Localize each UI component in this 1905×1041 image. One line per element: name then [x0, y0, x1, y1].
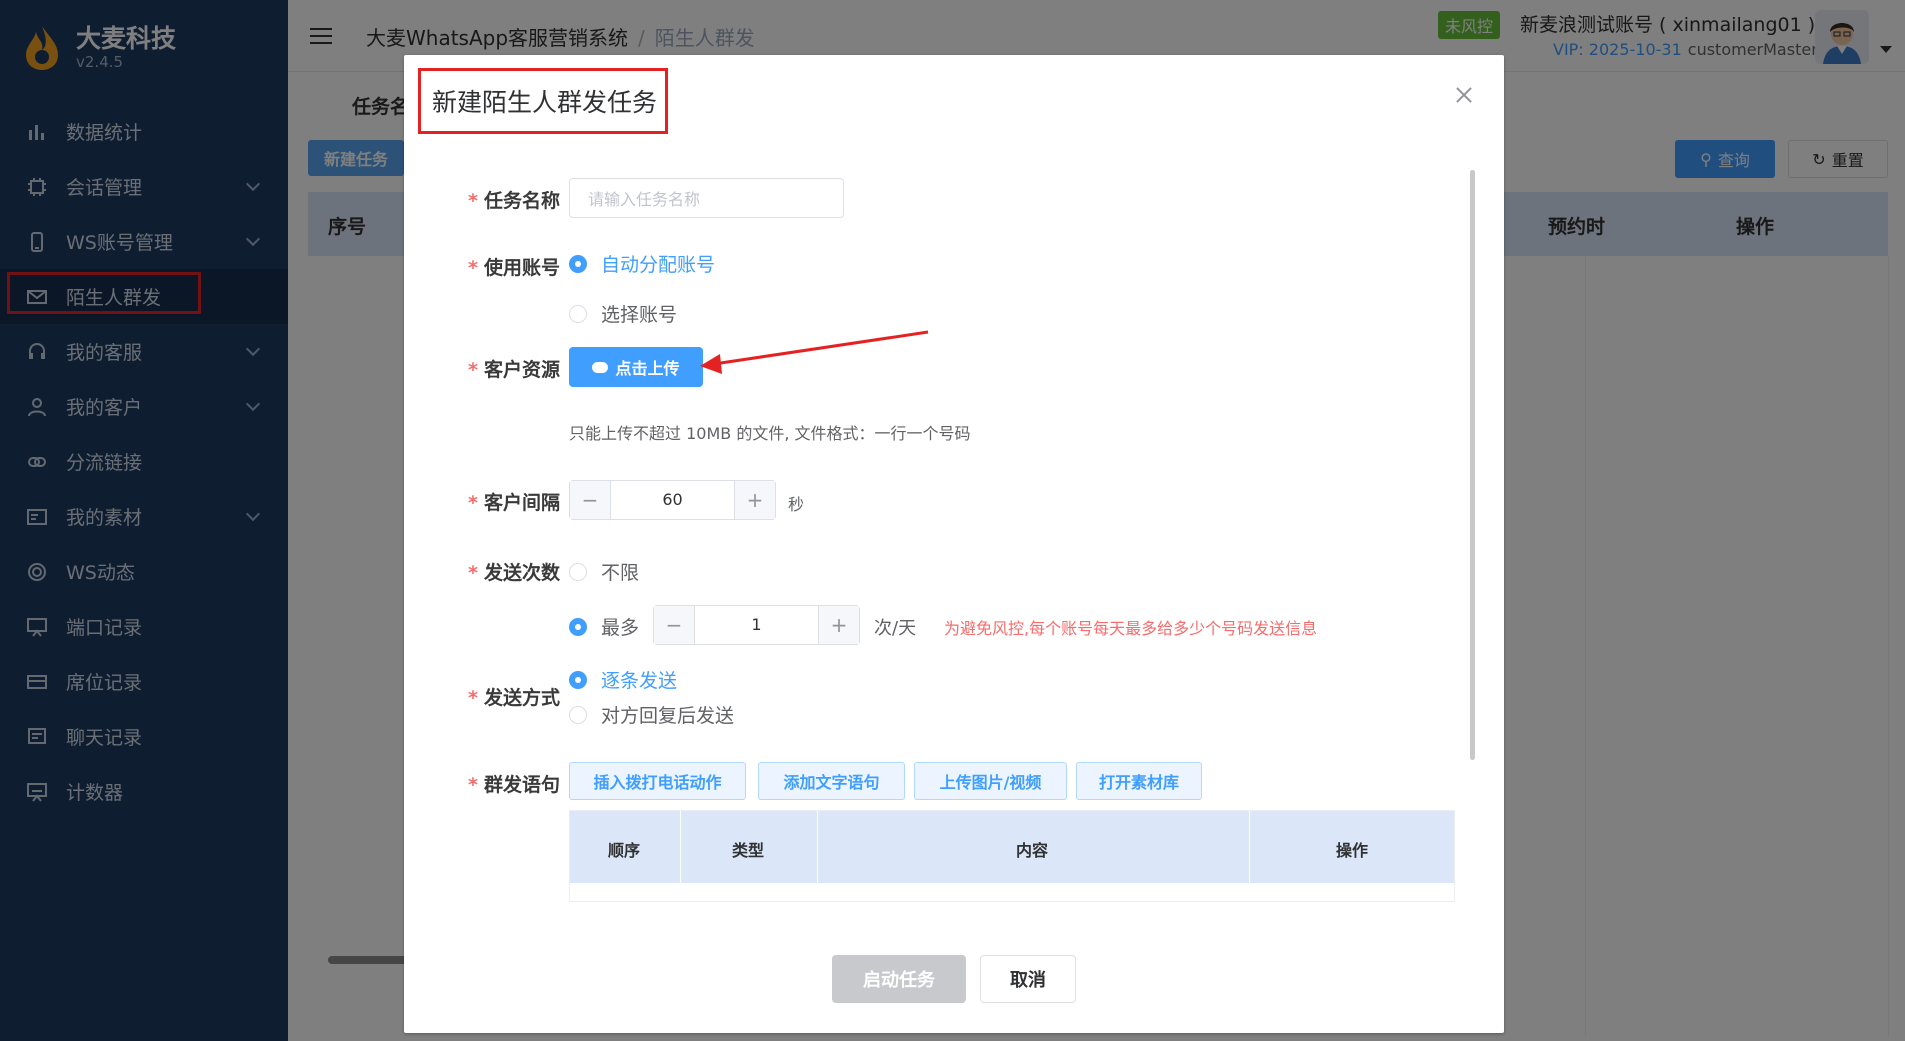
task-name-label-text: 任务名称	[483, 190, 560, 212]
cloud-upload-icon	[592, 361, 609, 373]
radio-unlimited[interactable]: 不限	[569, 558, 639, 585]
new-task-dialog: 新建陌生人群发任务 * 任务名称 请输入任务名称 * 使用账号 自动分配账号 选择账…	[404, 55, 1504, 1033]
add-text-button[interactable]: 添加文字语句	[758, 762, 905, 800]
account-label-text: 使用账号	[483, 257, 560, 279]
upload-hint: 只能上传不超过 10MB 的文件, 文件格式：一行一个号码	[569, 424, 971, 443]
send-count-label-text: 发送次数	[483, 562, 560, 584]
upload-button[interactable]: 点击上传	[569, 347, 703, 387]
send-mode-label-text: 发送方式	[483, 687, 560, 709]
col-type: 类型	[732, 841, 765, 860]
risk-warning: 为避免风控,每个账号每天最多给多少个号码发送信息	[944, 619, 1318, 638]
interval-label-text: 客户间隔	[483, 492, 560, 514]
send-count-label: * 发送次数	[468, 562, 560, 584]
dialog-scrollbar[interactable]	[1470, 170, 1475, 760]
col-operation: 操作	[1336, 841, 1369, 860]
header-divider	[1249, 811, 1250, 883]
radio-select-account-label: 选择账号	[601, 304, 678, 326]
radio-after-reply-label: 对方回复后发送	[601, 705, 735, 727]
open-library-button[interactable]: 打开素材库	[1076, 762, 1202, 800]
radio-auto-account-label: 自动分配账号	[601, 254, 716, 276]
annotation-arrow-icon	[700, 330, 929, 374]
upload-button-label: 点击上传	[615, 359, 680, 378]
radio-unlimited-label: 不限	[601, 562, 640, 584]
header-divider	[817, 811, 818, 883]
plus-icon[interactable]: +	[819, 606, 859, 644]
task-name-input[interactable]: 请输入任务名称	[569, 178, 844, 218]
radio-unchecked-icon	[569, 562, 587, 581]
col-content: 内容	[1016, 841, 1049, 860]
max-count-stepper[interactable]: − 1 +	[653, 605, 860, 645]
dialog-scrollbar-thumb[interactable]	[1470, 170, 1475, 760]
interval-label: * 客户间隔	[468, 492, 560, 514]
plus-icon[interactable]: +	[735, 481, 775, 519]
col-order: 顺序	[608, 841, 641, 860]
resource-label-text: 客户资源	[483, 359, 560, 381]
radio-checked-icon	[569, 670, 587, 689]
interval-unit: 秒	[788, 495, 805, 514]
start-task-button[interactable]: 启动任务	[832, 955, 966, 1003]
minus-icon[interactable]: −	[570, 481, 610, 519]
resource-label: * 客户资源	[468, 359, 560, 381]
messages-table-header: 顺序 类型 内容 操作	[570, 811, 1454, 883]
cancel-button[interactable]: 取消	[980, 955, 1076, 1003]
radio-max[interactable]: 最多	[569, 613, 639, 640]
max-count-value[interactable]: 1	[694, 606, 819, 644]
radio-checked-icon	[569, 254, 587, 273]
insert-call-button[interactable]: 插入拨打电话动作	[569, 762, 746, 800]
task-name-label: * 任务名称	[468, 190, 560, 212]
radio-auto-account[interactable]: 自动分配账号	[569, 250, 715, 277]
upload-media-button[interactable]: 上传图片/视频	[914, 762, 1067, 800]
radio-unchecked-icon	[569, 304, 587, 323]
messages-label: * 群发语句	[468, 774, 560, 796]
messages-table: 顺序 类型 内容 操作	[569, 810, 1455, 902]
dialog-title: 新建陌生人群发任务	[432, 88, 658, 117]
interval-value[interactable]: 60	[610, 481, 735, 519]
radio-select-account[interactable]: 选择账号	[569, 300, 677, 327]
messages-label-text: 群发语句	[483, 774, 560, 796]
radio-one-by-one-label: 逐条发送	[601, 670, 678, 692]
header-divider	[680, 811, 681, 883]
max-count-unit: 次/天	[874, 618, 917, 639]
interval-stepper[interactable]: − 60 +	[569, 480, 776, 520]
radio-max-label: 最多	[601, 617, 640, 639]
account-label: * 使用账号	[468, 257, 560, 279]
minus-icon[interactable]: −	[654, 606, 694, 644]
radio-checked-icon	[569, 617, 587, 636]
send-mode-label: * 发送方式	[468, 687, 560, 709]
radio-after-reply[interactable]: 对方回复后发送	[569, 701, 734, 728]
radio-unchecked-icon	[569, 705, 587, 724]
radio-one-by-one[interactable]: 逐条发送	[569, 666, 677, 693]
close-icon[interactable]	[1454, 85, 1474, 105]
